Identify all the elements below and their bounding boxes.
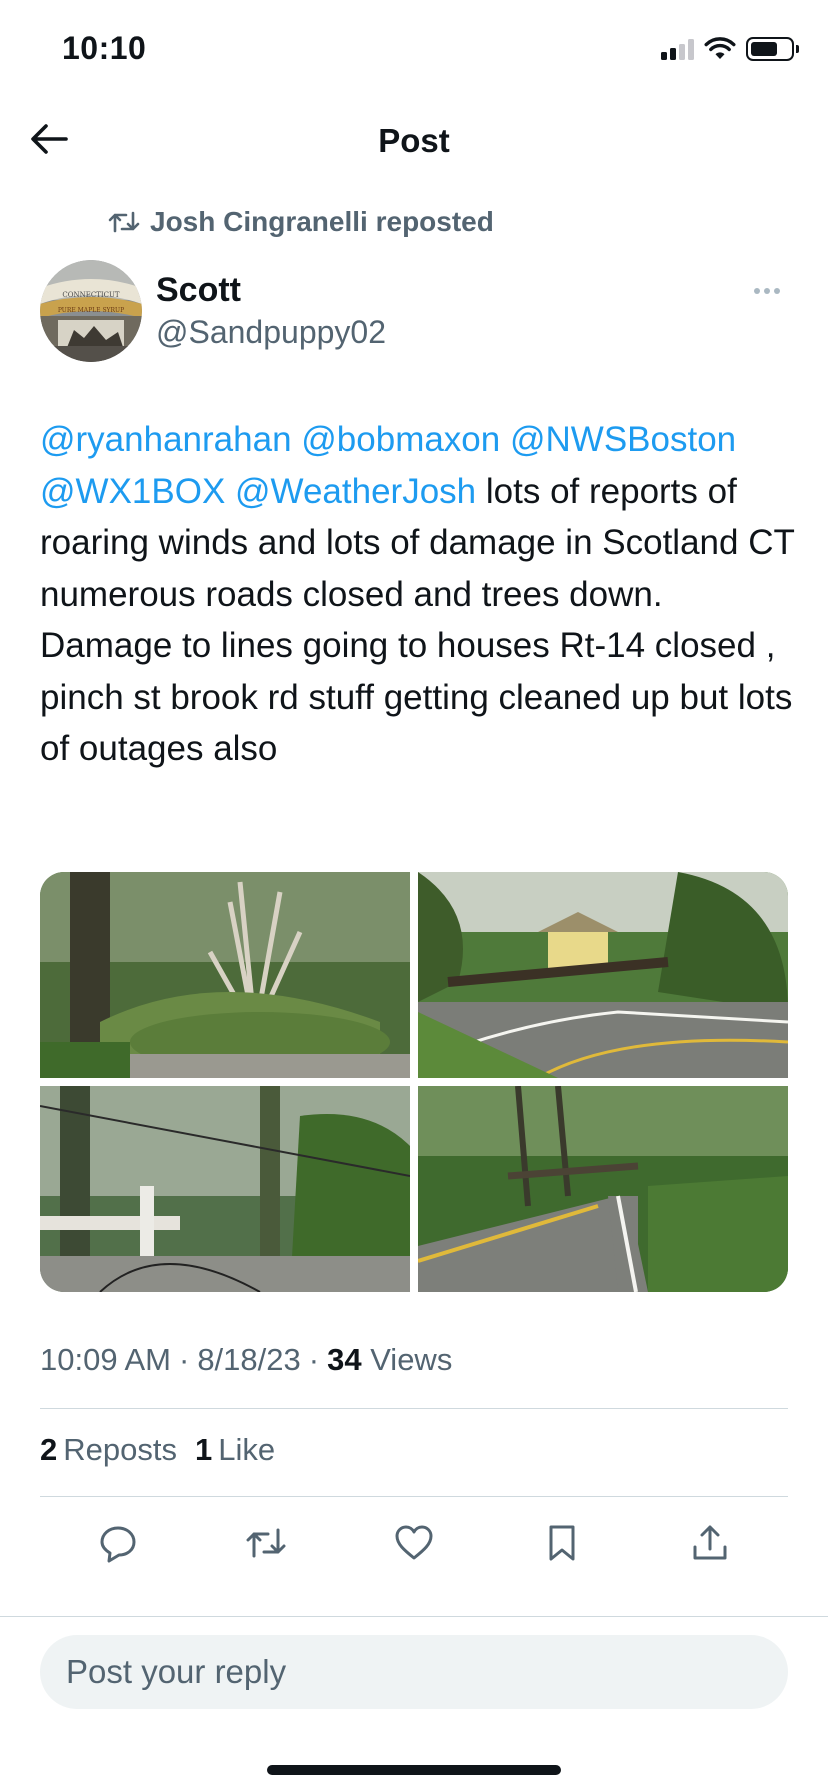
media-image-3[interactable] [40,1086,410,1292]
post-stats: 2 Reposts 1 Like [40,1432,275,1468]
repost-icon [108,211,140,233]
divider [40,1496,788,1497]
reply-input[interactable]: Post your reply [40,1635,788,1709]
likes-count: 1 [194,1432,213,1467]
reply-icon [100,1526,136,1563]
share-button[interactable] [682,1515,738,1571]
likes-stat[interactable]: 1 Like [195,1432,275,1468]
share-icon [693,1525,727,1560]
status-bar: 10:10 [0,0,828,100]
status-icons [661,34,799,64]
mention-link[interactable]: @bobmaxon [301,420,500,459]
action-bar [40,1515,788,1571]
repost-button[interactable] [238,1515,294,1571]
wifi-icon [704,37,736,59]
mention-link[interactable]: @WeatherJosh [235,472,476,511]
views-stat[interactable]: 34 Views [327,1342,452,1378]
bookmark-button[interactable] [534,1515,590,1571]
media-image-1[interactable] [40,872,410,1078]
mention-link[interactable]: @NWSBoston [510,420,736,459]
reply-button[interactable] [90,1515,146,1571]
cellular-signal-icon [661,38,694,60]
more-options-icon[interactable] [746,280,788,302]
meta-separator: · [308,1342,320,1377]
media-image-2[interactable] [418,872,788,1078]
mention-link[interactable]: @WX1BOX [40,472,225,511]
avatar-text-top: CONNECTICUT [62,291,120,299]
author-name[interactable]: Scott [156,271,241,310]
views-count: 34 [327,1342,362,1377]
divider [40,1408,788,1409]
post-date: 8/18/23 [197,1342,301,1377]
post-text: @ryanhanrahan @bobmaxon @NWSBoston @WX1B… [40,414,800,775]
author-handle[interactable]: @Sandpuppy02 [156,314,386,351]
top-nav-bar: Post [0,100,828,180]
avatar-text-bottom: PURE MAPLE SYRUP [58,307,124,314]
bookmark-icon [549,1525,575,1561]
home-indicator [267,1765,561,1775]
heart-icon [395,1525,433,1560]
repost-indicator[interactable]: Josh Cingranelli reposted [108,206,494,238]
like-button[interactable] [386,1515,442,1571]
repost-icon [246,1528,286,1558]
reposts-stat[interactable]: 2 Reposts [40,1432,177,1468]
avatar[interactable]: CONNECTICUT PURE MAPLE SYRUP [40,260,142,362]
divider [0,1616,828,1617]
post-meta: 10:09 AM · 8/18/23 · 34 Views [40,1342,452,1378]
avatar-image: CONNECTICUT PURE MAPLE SYRUP [40,260,142,362]
media-grid [40,872,788,1292]
reply-placeholder: Post your reply [66,1653,287,1690]
media-image-4[interactable] [418,1086,788,1292]
views-label: Views [370,1342,453,1377]
battery-icon [746,37,799,61]
likes-label: Like [218,1432,276,1467]
page-title: Post [378,122,450,159]
meta-separator: · [178,1342,190,1377]
status-time: 10:10 [62,30,147,66]
mention-link[interactable]: @ryanhanrahan [40,420,292,459]
repost-text: Josh Cingranelli reposted [150,206,494,237]
post-time: 10:09 AM [40,1342,171,1377]
reposts-count: 2 [40,1432,58,1467]
post-body: lots of reports of roaring winds and lot… [40,471,795,769]
reposts-label: Reposts [63,1432,177,1467]
